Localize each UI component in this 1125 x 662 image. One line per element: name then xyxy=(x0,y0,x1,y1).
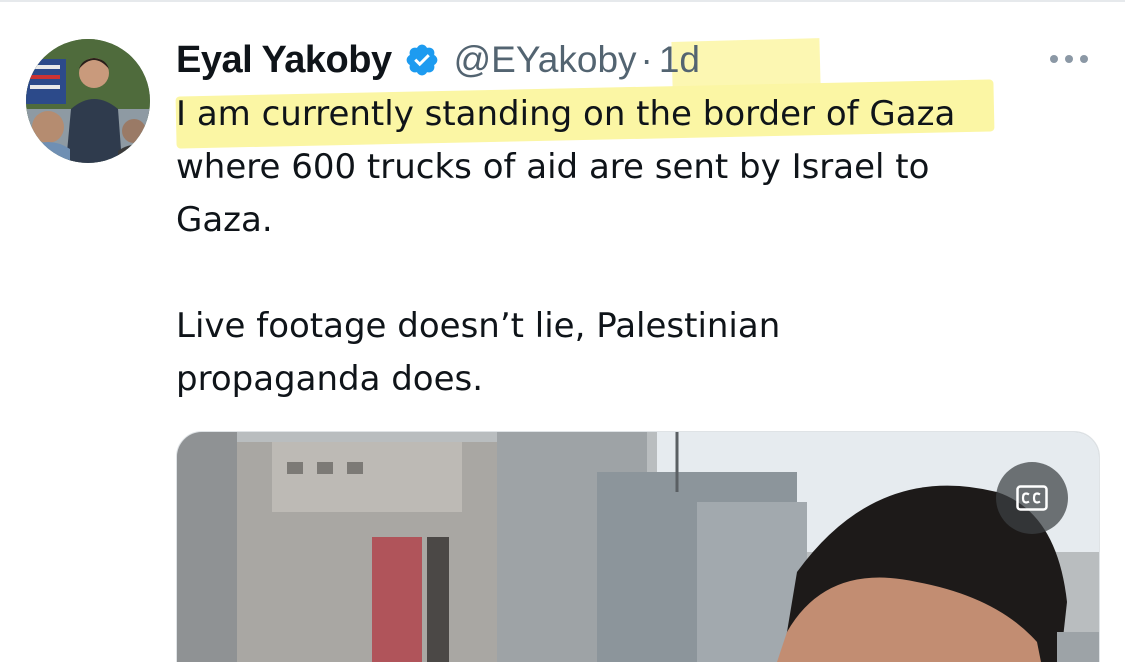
verified-badge-icon xyxy=(404,42,440,78)
tweet-text-line: Live footage doesn’t lie, Palestinian xyxy=(176,306,781,346)
tweet-text-line: I am currently standing on the border of… xyxy=(176,94,956,134)
tweet-text-line: Gaza. xyxy=(176,200,273,240)
closed-captions-icon xyxy=(1016,485,1048,511)
dot xyxy=(1065,55,1073,63)
tweet-text-line: propaganda does. xyxy=(176,359,484,399)
timestamp[interactable]: 1d xyxy=(659,39,700,81)
more-dots-icon[interactable] xyxy=(1050,44,1088,74)
video-frame xyxy=(177,432,1099,662)
author-display-name[interactable]: Eyal Yakoby xyxy=(176,39,392,82)
tweet-text-line: where 600 trucks of aid are sent by Isra… xyxy=(176,147,930,187)
avatar[interactable] xyxy=(26,39,150,163)
author-handle[interactable]: @EYakoby xyxy=(454,39,637,81)
tweet-text: I am currently standing on the border of… xyxy=(176,88,1076,406)
video-media[interactable] xyxy=(176,431,1100,662)
tweet-header: Eyal Yakoby @EYakoby · 1d xyxy=(176,36,700,84)
dot xyxy=(1050,55,1058,63)
closed-captions-button[interactable] xyxy=(996,462,1068,534)
separator-dot: · xyxy=(640,39,653,80)
top-divider xyxy=(0,0,1125,2)
profile-photo-icon xyxy=(26,39,150,163)
dot xyxy=(1080,55,1088,63)
